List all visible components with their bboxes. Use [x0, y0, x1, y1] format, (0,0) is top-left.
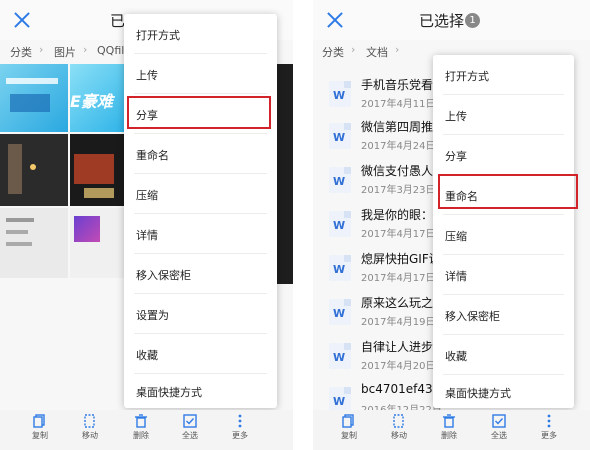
- more-button[interactable]: 更多: [535, 414, 563, 441]
- copy-icon: [342, 414, 354, 428]
- trash-icon: [443, 414, 455, 428]
- menu-item-desktop-shortcut[interactable]: 桌面快捷方式: [433, 375, 574, 408]
- highlight-box: [127, 96, 271, 129]
- left-phone-screen: 已 分类 › 图片 › QQfile E豪难 打开方式 上传 分享 重命名 压缩…: [0, 0, 293, 450]
- menu-item-desktop-shortcut[interactable]: 桌面快捷方式: [124, 374, 277, 408]
- page-title: 已选择: [419, 12, 465, 30]
- menu-item-move-to-safe[interactable]: 移入保密柜: [433, 295, 574, 334]
- menu-item-favorite[interactable]: 收藏: [124, 334, 277, 373]
- thumbnail-detail: [6, 78, 58, 84]
- highlight-box: [438, 174, 578, 209]
- bottom-action-bar: 复制 移动 删除 全选 更多: [313, 410, 590, 450]
- move-icon: [393, 414, 404, 428]
- thumbnail-detail: [74, 154, 114, 184]
- chevron-right-icon: ›: [351, 43, 356, 56]
- more-icon: [238, 414, 242, 428]
- move-button[interactable]: 移动: [385, 414, 413, 441]
- delete-button[interactable]: 删除: [127, 414, 155, 441]
- thumbnail-detail: [6, 218, 34, 222]
- top-bar: 已选择 1: [313, 0, 590, 40]
- menu-item-rename[interactable]: 重命名: [124, 134, 277, 173]
- comparison-screenshot: 已 分类 › 图片 › QQfile E豪难 打开方式 上传 分享 重命名 压缩…: [0, 0, 590, 450]
- menu-item-favorite[interactable]: 收藏: [433, 335, 574, 374]
- menu-item-open-with[interactable]: 打开方式: [433, 55, 574, 94]
- thumbnail-text: E豪难: [70, 92, 113, 111]
- select-all-button[interactable]: 全选: [176, 414, 204, 441]
- select-all-icon: [492, 414, 506, 428]
- menu-item-upload[interactable]: 上传: [124, 54, 277, 93]
- image-thumbnail-partial[interactable]: [276, 64, 293, 284]
- menu-item-details[interactable]: 详情: [433, 255, 574, 294]
- thumbnail-detail: [8, 144, 22, 194]
- close-icon[interactable]: [325, 10, 345, 30]
- close-icon[interactable]: [12, 10, 32, 30]
- breadcrumb-item[interactable]: 分类: [322, 44, 344, 60]
- word-doc-icon: W: [329, 343, 351, 369]
- panel-gap: [293, 0, 313, 450]
- context-menu: 打开方式 上传 分享 重命名 压缩 详情 移入保密柜 设置为 收藏 桌面快捷方式: [124, 14, 277, 408]
- chevron-right-icon: ›: [395, 43, 400, 56]
- image-thumbnail[interactable]: E豪难: [70, 64, 124, 132]
- more-icon: [547, 414, 551, 428]
- page-title: 已: [110, 12, 126, 30]
- select-all-icon: [183, 414, 197, 428]
- menu-item-set-as[interactable]: 设置为: [124, 294, 277, 333]
- word-doc-icon: W: [329, 81, 351, 107]
- menu-item-details[interactable]: 详情: [124, 214, 277, 253]
- thumbnail-detail: [10, 94, 50, 112]
- thumbnail-detail: [6, 242, 32, 246]
- thumbnail-detail: [74, 216, 100, 242]
- copy-button[interactable]: 复制: [335, 414, 363, 441]
- breadcrumb-item[interactable]: 文档: [366, 44, 388, 60]
- word-doc-icon: W: [329, 299, 351, 325]
- select-all-button[interactable]: 全选: [485, 414, 513, 441]
- menu-item-compress[interactable]: 压缩: [433, 215, 574, 254]
- bottom-action-bar: 复制 移动 删除 全选 更多: [0, 410, 293, 450]
- move-icon: [84, 414, 95, 428]
- menu-item-compress[interactable]: 压缩: [124, 174, 277, 213]
- delete-button[interactable]: 删除: [435, 414, 463, 441]
- image-thumbnail[interactable]: [0, 134, 68, 206]
- image-thumbnail[interactable]: [0, 208, 68, 278]
- word-doc-icon: W: [329, 167, 351, 193]
- copy-icon: [33, 414, 45, 428]
- chevron-right-icon: ›: [83, 43, 88, 56]
- word-doc-icon: W: [329, 211, 351, 237]
- right-phone-screen: 已选择 1 分类 › 文档 › W 手机音乐党看 2017年4月11日 W 微信…: [313, 0, 590, 450]
- move-button[interactable]: 移动: [76, 414, 104, 441]
- trash-icon: [135, 414, 147, 428]
- thumbnail-detail: [6, 230, 28, 234]
- menu-item-upload[interactable]: 上传: [433, 95, 574, 134]
- word-doc-icon: W: [329, 255, 351, 281]
- breadcrumb-item[interactable]: 图片: [54, 44, 76, 60]
- breadcrumb-item[interactable]: 分类: [10, 44, 32, 60]
- word-doc-icon: W: [329, 123, 351, 149]
- thumbnail-detail: [30, 164, 36, 170]
- image-thumbnail[interactable]: [0, 64, 68, 132]
- menu-item-move-to-safe[interactable]: 移入保密柜: [124, 254, 277, 293]
- chevron-right-icon: ›: [39, 43, 44, 56]
- thumbnail-detail: [84, 188, 114, 198]
- copy-button[interactable]: 复制: [26, 414, 54, 441]
- menu-item-open-with[interactable]: 打开方式: [124, 14, 277, 53]
- context-menu: 打开方式 上传 分享 重命名 压缩 详情 移入保密柜 收藏 桌面快捷方式: [433, 55, 574, 408]
- more-button[interactable]: 更多: [226, 414, 254, 441]
- image-thumbnail[interactable]: [70, 134, 124, 206]
- selected-count-badge: 1: [465, 13, 480, 28]
- menu-item-share[interactable]: 分享: [433, 135, 574, 174]
- image-thumbnail[interactable]: [70, 208, 124, 278]
